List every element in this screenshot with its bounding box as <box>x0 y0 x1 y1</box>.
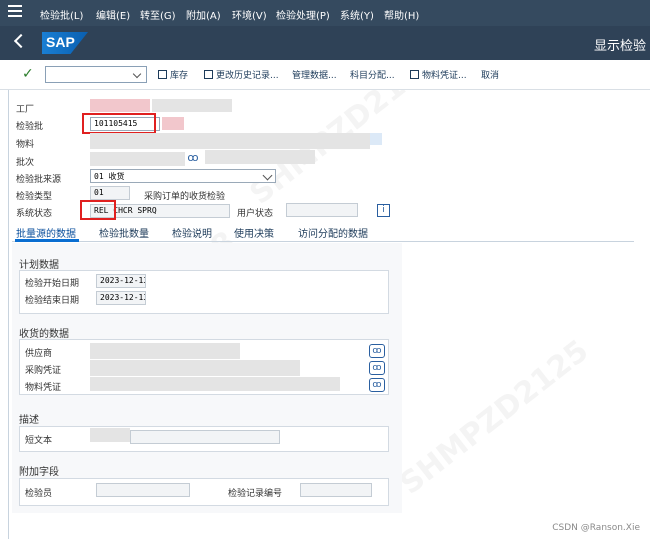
inspection-type-desc: 采购订单的收货检验 <box>144 192 226 202</box>
inspection-lot-label: 检验批 <box>16 122 44 132</box>
menu-inspection-processing[interactable]: 检验处理(P) <box>276 7 330 22</box>
inspection-type-field[interactable]: 01 <box>90 186 130 200</box>
enter-check-icon[interactable]: ✓ <box>22 66 34 82</box>
active-tab-indicator <box>15 239 79 242</box>
info-icon[interactable]: i <box>377 204 390 217</box>
sap-logo: SAP <box>42 32 88 54</box>
plan-data-title: 计划数据 <box>19 260 59 271</box>
plant-field-blurred <box>90 99 150 112</box>
extra-fields-title: 附加字段 <box>19 467 59 478</box>
inspector-field[interactable] <box>96 483 190 497</box>
stock-icon <box>158 70 167 79</box>
plant-label: 工厂 <box>16 105 35 115</box>
material-document-label: 物料凭证... <box>422 71 467 81</box>
end-date-label: 检验结束日期 <box>25 296 80 306</box>
tab-strip-line <box>12 241 634 242</box>
left-border <box>8 90 9 539</box>
menu-edit[interactable]: 编辑(E) <box>96 7 130 22</box>
lot-extra-blurred <box>162 117 184 130</box>
plant-desc-blurred <box>152 99 232 112</box>
menu-help[interactable]: 帮助(H) <box>384 7 419 22</box>
tab-assigned-data[interactable]: 访问分配的数据 <box>298 225 368 240</box>
purchasing-doc-display-icon[interactable]: ꝏ <box>369 361 385 375</box>
status-rest: CHCR SPRQ <box>113 206 157 215</box>
material-label: 物料 <box>16 140 35 150</box>
batch-display-icon[interactable]: ꝏ <box>185 152 201 166</box>
short-text-blurred <box>90 428 130 442</box>
system-status-label: 系统状态 <box>16 209 53 219</box>
inspector-label: 检验员 <box>25 489 53 499</box>
back-arrow-icon[interactable] <box>13 33 29 49</box>
page-title: 显示检验 <box>593 39 646 54</box>
vendor-label: 供应商 <box>25 349 53 359</box>
start-date-field[interactable]: 2023-12-13 <box>96 274 146 288</box>
inspection-type-label: 检验类型 <box>16 192 53 202</box>
command-field[interactable] <box>45 66 147 83</box>
hamburger-menu-icon[interactable] <box>8 5 22 19</box>
status-highlight-box <box>80 200 116 220</box>
material-doc-label: 物料凭证 <box>25 383 62 393</box>
history-icon <box>204 70 213 79</box>
menu-system[interactable]: 系统(Y) <box>340 7 374 22</box>
tab-inspection-spec[interactable]: 检验说明 <box>172 225 212 240</box>
record-number-label: 检验记录编号 <box>228 489 283 499</box>
short-text-field[interactable] <box>130 430 280 444</box>
change-history-label: 更改历史记录... <box>216 71 279 81</box>
application-toolbar: ✓ 库存 更改历史记录... 管理数据... 科目分配... 物料凭证... 取… <box>0 60 650 90</box>
title-bar: SAP 显示检验 <box>0 26 650 60</box>
lot-highlight-box <box>82 113 156 134</box>
change-history-button[interactable]: 更改历史记录... <box>204 68 279 81</box>
menu-inspection-lot[interactable]: 检验批(L) <box>40 7 83 22</box>
vendor-field-blurred <box>90 343 240 359</box>
menu-extras[interactable]: 附加(A) <box>186 7 221 22</box>
user-status-field[interactable] <box>286 203 358 217</box>
watermark: SHMPZD2125 <box>393 333 596 502</box>
batch-label: 批次 <box>16 158 35 168</box>
lot-origin-label: 检验批来源 <box>16 175 62 185</box>
material-doc-blurred <box>90 377 340 391</box>
tab-lot-quantity[interactable]: 检验批数量 <box>99 225 149 240</box>
account-assignment-button[interactable]: 科目分配... <box>350 68 395 81</box>
receipt-data-title: 收货的数据 <box>19 329 69 340</box>
user-status-label: 用户状态 <box>237 209 274 219</box>
menu-environment[interactable]: 环境(V) <box>232 7 267 22</box>
cancel-button[interactable]: 取消 <box>481 68 499 81</box>
vendor-display-icon[interactable]: ꝏ <box>369 344 385 358</box>
document-icon <box>410 70 419 79</box>
purchasing-doc-blurred <box>90 360 300 376</box>
batch-desc-blurred <box>205 150 315 164</box>
purchasing-doc-label: 采购凭证 <box>25 366 62 376</box>
batch-field-blurred <box>90 152 185 166</box>
tab-usage-decision[interactable]: 使用决策 <box>234 225 274 240</box>
lot-origin-dropdown[interactable]: 01 收货 <box>90 169 276 183</box>
management-data-button[interactable]: 管理数据... <box>292 68 337 81</box>
tab-lot-origin-data[interactable]: 批量源的数据 <box>16 225 76 240</box>
record-number-field[interactable] <box>300 483 372 497</box>
stock-button[interactable]: 库存 <box>158 68 188 81</box>
end-date-field[interactable]: 2023-12-13 <box>96 291 146 305</box>
start-date-label: 检验开始日期 <box>25 279 80 289</box>
short-text-label: 短文本 <box>25 436 53 446</box>
menu-bar: 检验批(L) 编辑(E) 转至(G) 附加(A) 环境(V) 检验处理(P) 系… <box>0 0 650 26</box>
description-title: 描述 <box>19 415 39 426</box>
material-field-blurred <box>90 133 370 149</box>
material-document-button[interactable]: 物料凭证... <box>410 68 467 81</box>
material-search-blurred <box>370 133 382 145</box>
stock-button-label: 库存 <box>170 71 189 81</box>
menu-goto[interactable]: 转至(G) <box>140 7 176 22</box>
credit-text: CSDN @Ranson.Xie <box>552 523 640 533</box>
material-doc-display-icon[interactable]: ꝏ <box>369 378 385 392</box>
